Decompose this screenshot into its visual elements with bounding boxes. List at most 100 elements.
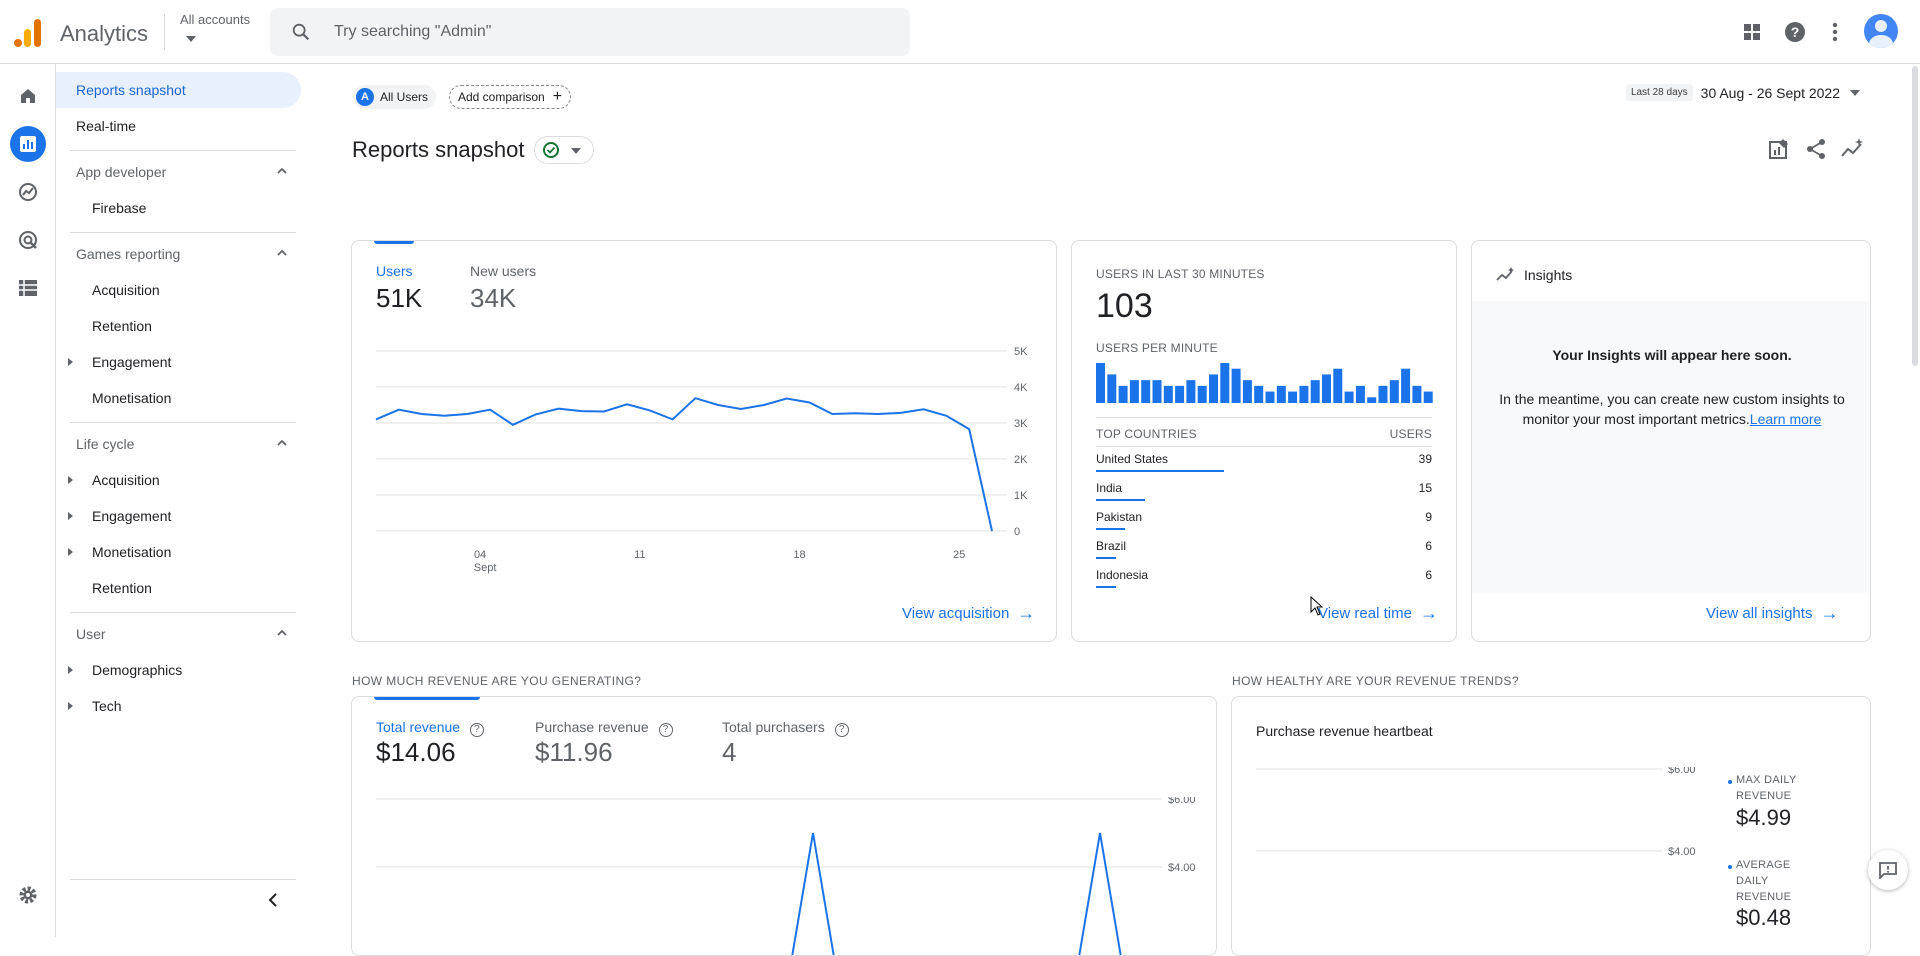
- legend-dot: [1728, 865, 1732, 869]
- total-purchasers-label: Total purchasers: [722, 719, 825, 735]
- nav-section-life-cycle[interactable]: Life cycle: [56, 426, 301, 462]
- insights-trend-icon[interactable]: [1839, 136, 1865, 162]
- revenue-card: Total revenue ? $14.06 Purchase revenue …: [351, 696, 1217, 956]
- help-icon[interactable]: ?: [1781, 18, 1809, 46]
- metric-tab-purchase-revenue[interactable]: Purchase revenue ?: [535, 719, 673, 737]
- feedback-button[interactable]: [1868, 850, 1908, 890]
- date-range-picker[interactable]: Last 28 days 30 Aug - 26 Sept 2022: [1625, 84, 1860, 101]
- metric-tab-total-purchasers[interactable]: Total purchasers ?: [722, 719, 849, 737]
- configure-list-icon[interactable]: [10, 270, 46, 306]
- country-row[interactable]: Indonesia 6: [1096, 564, 1432, 592]
- mouse-cursor-icon: [1310, 596, 1324, 616]
- nav-item-firebase[interactable]: Firebase: [56, 190, 301, 226]
- explore-icon[interactable]: [10, 174, 46, 210]
- metric-value-purchase-revenue: $11.96: [535, 737, 613, 767]
- insights-sparkle-icon: [1496, 267, 1514, 281]
- view-realtime-link[interactable]: View real time →: [1318, 603, 1438, 624]
- per-minute-bar: [1231, 368, 1241, 403]
- country-users: 6: [1425, 568, 1432, 582]
- per-minute-bar: [1355, 385, 1365, 403]
- country-row[interactable]: Brazil 6: [1096, 535, 1432, 563]
- date-preset-badge: Last 28 days: [1625, 84, 1693, 101]
- nav-section-games-reporting[interactable]: Games reporting: [56, 236, 301, 272]
- realtime-users-value: 103: [1096, 287, 1153, 325]
- more-options-icon[interactable]: [1821, 18, 1849, 46]
- per-minute-bar: [1175, 385, 1185, 403]
- heartbeat-chart: $6.00 $4.00: [1256, 767, 1696, 858]
- country-row[interactable]: United States 39: [1096, 448, 1432, 476]
- nav-item-lifecycle-monetisation[interactable]: Monetisation: [56, 534, 301, 570]
- search-icon: [292, 23, 310, 41]
- per-minute-bar: [1096, 363, 1105, 403]
- nav-item-realtime[interactable]: Real-time: [56, 108, 301, 144]
- nav-item-lifecycle-acquisition[interactable]: Acquisition: [56, 462, 301, 498]
- view-all-insights-label: View all insights: [1706, 605, 1813, 622]
- average-daily-revenue-value: $0.48: [1736, 905, 1792, 930]
- per-minute-bar: [1129, 380, 1139, 403]
- nav-item-reports-snapshot[interactable]: Reports snapshot: [56, 72, 301, 108]
- nav-divider: [70, 150, 296, 151]
- nav-item-lifecycle-retention[interactable]: Retention: [56, 570, 301, 606]
- page-scrollbar[interactable]: [1910, 64, 1920, 366]
- customize-report-icon[interactable]: [1766, 136, 1792, 162]
- per-minute-bar: [1288, 391, 1298, 403]
- country-share-bar: [1096, 586, 1116, 588]
- help-circle-icon[interactable]: ?: [469, 723, 484, 737]
- divider: [1096, 417, 1432, 418]
- nav-section-app-developer[interactable]: App developer: [56, 154, 301, 190]
- help-circle-icon[interactable]: ?: [834, 723, 849, 737]
- account-selector-label[interactable]: All accounts: [180, 12, 250, 27]
- per-minute-bar: [1254, 385, 1264, 403]
- per-minute-bar: [1141, 380, 1151, 403]
- nav-item-games-acquisition[interactable]: Acquisition: [56, 272, 301, 308]
- nav-item-games-engagement[interactable]: Engagement: [56, 344, 301, 380]
- add-comparison-button[interactable]: Add comparison +: [449, 85, 572, 109]
- per-minute-bar: [1322, 374, 1331, 403]
- main-content: A All Users Add comparison + Last 28 day…: [306, 64, 1920, 956]
- report-status-dropdown[interactable]: [534, 136, 594, 164]
- per-minute-bar: [1333, 368, 1343, 403]
- apps-grid-icon[interactable]: [1738, 18, 1766, 46]
- y-tick-label: 4K: [1014, 382, 1028, 394]
- users-line-chart[interactable]: 5K 4K 3K 2K 1K 0 04Sept 11 18 25: [352, 341, 1057, 601]
- revenue-line-chart[interactable]: $6.00 $4.00: [352, 797, 1217, 956]
- top-divider: [164, 14, 165, 50]
- nav-item-games-monetisation[interactable]: Monetisation: [56, 380, 301, 416]
- search-input[interactable]: [332, 8, 892, 56]
- user-avatar[interactable]: [1864, 14, 1898, 48]
- chevron-down-icon: [1850, 89, 1860, 96]
- account-dropdown-icon[interactable]: [186, 36, 196, 42]
- per-minute-bar: [1220, 363, 1230, 403]
- nav-item-demographics[interactable]: Demographics: [56, 652, 301, 688]
- country-share-bar: [1096, 499, 1145, 501]
- search-box[interactable]: [270, 8, 910, 56]
- selected-metric-indicator: [374, 241, 414, 244]
- reports-icon[interactable]: [10, 126, 46, 162]
- per-minute-bar: [1276, 385, 1286, 403]
- country-row[interactable]: Pakistan 9: [1096, 506, 1432, 534]
- view-all-insights-link[interactable]: View all insights →: [1706, 603, 1838, 624]
- metric-tab-users[interactable]: Users: [376, 263, 413, 279]
- share-icon[interactable]: [1803, 136, 1829, 162]
- metric-tab-new-users[interactable]: New users: [470, 263, 536, 279]
- collapse-nav-chevron-left-icon[interactable]: [266, 892, 282, 908]
- home-icon[interactable]: [10, 78, 46, 114]
- country-row[interactable]: India 15: [1096, 477, 1432, 505]
- learn-more-link[interactable]: Learn more: [1750, 411, 1822, 427]
- admin-gear-icon[interactable]: [10, 877, 46, 913]
- help-circle-icon[interactable]: ?: [658, 723, 673, 737]
- advertising-icon[interactable]: [10, 222, 46, 258]
- nav-item-games-retention[interactable]: Retention: [56, 308, 301, 344]
- insights-body: In the meantime, you can create new cust…: [1497, 389, 1847, 429]
- nav-section-user[interactable]: User: [56, 616, 301, 652]
- nav-item-lifecycle-engagement[interactable]: Engagement: [56, 498, 301, 534]
- nav-divider: [70, 879, 296, 880]
- realtime-heading: USERS IN LAST 30 MINUTES: [1096, 267, 1265, 281]
- nav-divider: [70, 232, 296, 233]
- analytics-logo-icon[interactable]: [14, 17, 42, 47]
- view-realtime-label: View real time: [1318, 605, 1412, 622]
- metric-tab-total-revenue[interactable]: Total revenue ?: [376, 719, 484, 737]
- nav-item-tech[interactable]: Tech: [56, 688, 301, 724]
- view-acquisition-link[interactable]: View acquisition →: [902, 603, 1035, 624]
- segment-chip-all-users[interactable]: A All Users: [353, 85, 437, 109]
